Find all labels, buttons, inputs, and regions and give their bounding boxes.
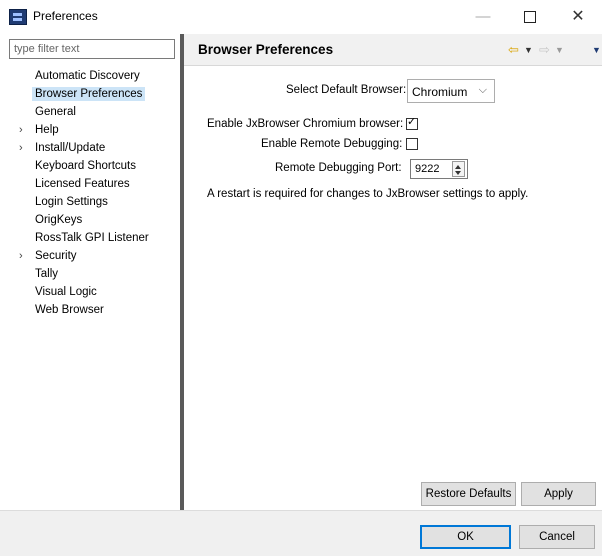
tree-item-label: Browser Preferences bbox=[32, 87, 146, 101]
tree-item[interactable]: Automatic Discovery bbox=[0, 67, 179, 85]
chevron-down-icon: ⌵ bbox=[478, 84, 487, 96]
tree-item[interactable]: Visual Logic bbox=[0, 283, 179, 301]
forward-arrow-icon[interactable]: ⇨ bbox=[539, 42, 550, 58]
tree-item-label: Visual Logic bbox=[35, 286, 97, 298]
tree-item[interactable]: › Help bbox=[0, 121, 179, 139]
default-browser-value: Chromium bbox=[412, 85, 468, 99]
tree-item-label: OrigKeys bbox=[35, 214, 83, 226]
cancel-button[interactable]: Cancel bbox=[519, 525, 595, 549]
forward-history-dropdown-icon[interactable]: ▼ bbox=[555, 45, 564, 55]
chevron-right-icon[interactable]: › bbox=[19, 121, 23, 139]
tree-item[interactable]: Web Browser bbox=[0, 301, 179, 319]
checkmark-icon: ✓ bbox=[407, 116, 417, 128]
tree-item[interactable]: › Security bbox=[0, 247, 179, 265]
maximize-icon bbox=[524, 11, 536, 24]
title-bar: Preferences — ✕ bbox=[0, 0, 602, 34]
tree-item-label: Licensed Features bbox=[35, 178, 130, 190]
maximize-button[interactable] bbox=[510, 4, 550, 30]
left-pane: Automatic Discovery Browser Preferences Ge… bbox=[0, 34, 179, 510]
tree-item-label: Automatic Discovery bbox=[35, 70, 140, 82]
tree-item-label: Help bbox=[35, 124, 59, 136]
window-title: Preferences bbox=[33, 9, 98, 23]
tree-item[interactable]: Tally bbox=[0, 265, 179, 283]
tree-item-label: General bbox=[35, 106, 76, 118]
close-button[interactable]: ✕ bbox=[558, 4, 598, 30]
chevron-right-icon[interactable]: › bbox=[19, 139, 23, 157]
enable-remote-debugging-checkbox[interactable] bbox=[406, 138, 418, 150]
remote-debugging-port-label: Remote Debugging Port: bbox=[275, 162, 402, 174]
apply-button[interactable]: Apply bbox=[521, 482, 596, 506]
filter-input[interactable] bbox=[9, 39, 175, 59]
default-browser-select[interactable]: Chromium ⌵ bbox=[407, 79, 495, 103]
tree-item-label: RossTalk GPI Listener bbox=[35, 232, 149, 244]
restore-defaults-button[interactable]: Restore Defaults bbox=[421, 482, 516, 506]
tree-item[interactable]: Keyboard Shortcuts bbox=[0, 157, 179, 175]
chevron-right-icon[interactable]: › bbox=[19, 247, 23, 265]
tree-item-label: Keyboard Shortcuts bbox=[35, 160, 137, 172]
remote-debugging-port-value: 9222 bbox=[415, 163, 440, 175]
right-pane: Browser Preferences ⇦ ▼ ⇨ ▼ ▼ Select Def… bbox=[184, 34, 602, 510]
back-history-dropdown-icon[interactable]: ▼ bbox=[524, 45, 533, 55]
tree-item[interactable]: RossTalk GPI Listener bbox=[0, 229, 179, 247]
tree-item-label: Login Settings bbox=[35, 196, 108, 208]
tree-item-label: Security bbox=[35, 250, 77, 262]
tree-item[interactable]: › Install/Update bbox=[0, 139, 179, 157]
minimize-button[interactable]: — bbox=[463, 4, 503, 30]
ok-button[interactable]: OK bbox=[420, 525, 511, 549]
app-icon bbox=[9, 9, 27, 25]
tree-item[interactable]: Licensed Features bbox=[0, 175, 179, 193]
spinner-buttons[interactable] bbox=[452, 161, 465, 177]
tree-item-label: Web Browser bbox=[35, 304, 104, 316]
page-header: Browser Preferences ⇦ ▼ ⇨ ▼ ▼ bbox=[184, 34, 602, 66]
enable-jxbrowser-label: Enable JxBrowser Chromium browser: bbox=[207, 118, 404, 130]
back-arrow-icon[interactable]: ⇦ bbox=[508, 42, 519, 58]
enable-remote-debugging-label: Enable Remote Debugging: bbox=[261, 138, 403, 150]
spinner-down-icon[interactable] bbox=[455, 171, 461, 175]
page-title: Browser Preferences bbox=[198, 42, 334, 57]
tree-item[interactable]: Browser Preferences bbox=[0, 85, 179, 103]
tree-item[interactable]: Login Settings bbox=[0, 193, 179, 211]
enable-jxbrowser-checkbox[interactable]: ✓ bbox=[406, 116, 418, 130]
remote-debugging-port-spinner[interactable]: 9222 bbox=[410, 159, 468, 179]
view-menu-icon[interactable]: ▼ bbox=[592, 45, 601, 55]
tree-item-label: Install/Update bbox=[35, 142, 106, 154]
tree-item-label: Tally bbox=[35, 268, 59, 280]
tree-item[interactable]: General bbox=[0, 103, 179, 121]
tree-item[interactable]: OrigKeys bbox=[0, 211, 179, 229]
preferences-tree: Automatic Discovery Browser Preferences Ge… bbox=[0, 67, 179, 319]
default-browser-label: Select Default Browser: bbox=[286, 84, 407, 96]
restart-note: A restart is required for changes to JxB… bbox=[207, 188, 529, 200]
dialog-button-bar: OK Cancel bbox=[0, 510, 602, 556]
spinner-up-icon[interactable] bbox=[455, 165, 461, 169]
